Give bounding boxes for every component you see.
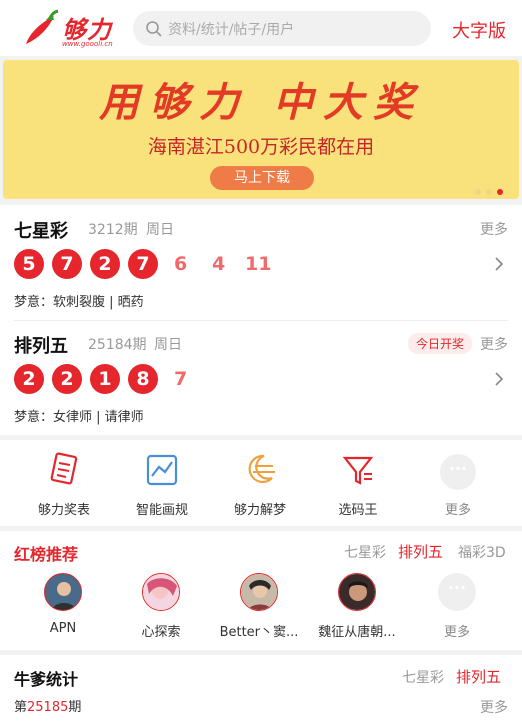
search-placeholder: 资料/统计/帖子/用户 bbox=[168, 22, 295, 38]
red-ball: 2 bbox=[90, 249, 120, 279]
user-photo-icon bbox=[339, 574, 375, 610]
rank-user[interactable]: APN bbox=[14, 573, 112, 636]
red-rank-section: 红榜推荐 七星彩 排列五 福彩3D APN 心探索 Better丶窦... 魏征… bbox=[0, 531, 522, 650]
red-ball: 8 bbox=[128, 364, 158, 394]
tool-lottery-sheet[interactable]: 够力奖表 bbox=[24, 450, 104, 520]
rank-more[interactable]: ··· 更多 bbox=[408, 573, 506, 640]
chili-logo-icon bbox=[26, 9, 59, 44]
stats-section: 牛爹统计 七星彩 排列五 第25185期 更多 bbox=[0, 655, 522, 726]
carousel-dot[interactable] bbox=[486, 189, 492, 195]
lottery-name[interactable]: 排列五 bbox=[14, 332, 68, 358]
app-logo[interactable]: 够力 www.goooli.cn bbox=[20, 8, 120, 50]
user-name: APN bbox=[49, 621, 77, 636]
tool-label: 更多 bbox=[444, 503, 471, 518]
moon-dream-icon bbox=[248, 454, 275, 483]
lottery-day: 周日 bbox=[154, 337, 182, 353]
issue-suffix: 期 bbox=[68, 700, 82, 715]
lottery-issue: 25184期 bbox=[88, 337, 147, 353]
lottery-day: 周日 bbox=[146, 222, 174, 238]
rank-user[interactable]: 心探索 bbox=[112, 573, 210, 640]
tab-qixingcai[interactable]: 七星彩 bbox=[344, 542, 386, 562]
result-number: 11 bbox=[245, 253, 272, 275]
lottery-sheet-icon bbox=[50, 452, 78, 485]
issue-prefix: 第 bbox=[14, 700, 28, 715]
user-photo-icon bbox=[143, 574, 179, 610]
issue-number: 25185 bbox=[27, 700, 69, 715]
large-font-button[interactable]: 大字版 bbox=[452, 17, 506, 43]
banner-title: 用够力 中大奖 bbox=[99, 79, 423, 126]
tool-pick-king[interactable]: 选码王 bbox=[318, 450, 398, 520]
red-ball: 7 bbox=[52, 249, 82, 279]
tab-qixingcai[interactable]: 七星彩 bbox=[402, 667, 444, 687]
red-ball: 7 bbox=[128, 249, 158, 279]
tool-label: 够力奖表 bbox=[37, 503, 90, 518]
tool-dream-interpret[interactable]: 够力解梦 bbox=[220, 450, 300, 520]
avatar bbox=[44, 573, 82, 611]
carousel-dots bbox=[470, 180, 503, 199]
chevron-right-icon[interactable] bbox=[494, 371, 504, 387]
chart-icon bbox=[146, 454, 178, 486]
banner-subtitle: 海南湛江500万彩民都在用 bbox=[147, 136, 375, 158]
user-photo-icon bbox=[45, 574, 81, 610]
issue-line: 第25185期 bbox=[14, 696, 81, 715]
dream-text[interactable]: 梦意：软刺裂腹 | 晒药 bbox=[14, 291, 144, 310]
user-name: Better丶窦... bbox=[219, 625, 299, 640]
red-ball: 2 bbox=[14, 364, 44, 394]
section-title: 牛爹统计 bbox=[14, 670, 79, 689]
filter-icon bbox=[342, 456, 374, 485]
tab-fucai3d[interactable]: 福彩3D bbox=[458, 542, 506, 562]
result-number: 6 bbox=[174, 253, 188, 275]
lottery-name[interactable]: 七星彩 bbox=[14, 217, 68, 243]
avatar bbox=[142, 573, 180, 611]
divider bbox=[14, 320, 508, 321]
tool-label: 选码王 bbox=[338, 503, 378, 518]
search-input[interactable]: 资料/统计/帖子/用户 bbox=[133, 11, 431, 46]
red-ball: 5 bbox=[14, 249, 44, 279]
search-icon bbox=[146, 21, 162, 37]
download-button[interactable]: 马上下载 bbox=[210, 166, 314, 190]
red-ball: 1 bbox=[90, 364, 120, 394]
red-ball: 2 bbox=[52, 364, 82, 394]
carousel-dot-active[interactable] bbox=[497, 189, 503, 195]
rank-user[interactable]: 魏征从唐朝... bbox=[308, 573, 406, 640]
today-draw-badge: 今日开奖 bbox=[407, 333, 472, 354]
tools-grid: 够力奖表 智能画规 够力解梦 选码王 ··· 更多 bbox=[0, 440, 522, 526]
avatar bbox=[240, 573, 278, 611]
more-label: 更多 bbox=[443, 625, 470, 640]
user-name: 心探索 bbox=[141, 625, 181, 640]
user-photo-icon bbox=[241, 574, 277, 610]
more-dots-icon: ··· bbox=[438, 573, 476, 611]
chevron-right-icon[interactable] bbox=[494, 256, 504, 272]
top-header: 够力 www.goooli.cn 资料/统计/帖子/用户 大字版 bbox=[0, 0, 522, 56]
tab-pailie5[interactable]: 排列五 bbox=[398, 541, 443, 562]
more-link[interactable]: 更多 bbox=[480, 697, 508, 717]
section-title: 红榜推荐 bbox=[14, 545, 79, 564]
tool-label: 够力解梦 bbox=[233, 503, 286, 518]
more-link[interactable]: 更多 bbox=[480, 219, 508, 239]
logo-url: www.goooli.cn bbox=[62, 40, 113, 48]
result-number: 7 bbox=[174, 368, 188, 390]
lottery-results-panel: 七星彩 3212期 周日 更多 5 7 2 7 6 4 11 梦意：软刺裂腹 |… bbox=[0, 205, 522, 435]
avatar bbox=[338, 573, 376, 611]
lottery-issue: 3212期 bbox=[88, 222, 138, 238]
more-dots-icon: ··· bbox=[440, 454, 476, 490]
result-number: 4 bbox=[212, 253, 226, 275]
tab-pailie5[interactable]: 排列五 bbox=[456, 666, 501, 687]
promo-banner[interactable]: 用够力 中大奖 海南湛江500万彩民都在用 马上下载 bbox=[3, 60, 519, 199]
rank-user[interactable]: Better丶窦... bbox=[210, 573, 308, 640]
more-link[interactable]: 更多 bbox=[480, 334, 508, 354]
tool-smart-chart[interactable]: 智能画规 bbox=[122, 450, 202, 520]
dream-text[interactable]: 梦意：女律师 | 请律师 bbox=[14, 406, 144, 425]
user-name: 魏征从唐朝... bbox=[318, 625, 396, 640]
carousel-dot[interactable] bbox=[475, 189, 481, 195]
tool-label: 智能画规 bbox=[135, 503, 188, 518]
tool-more[interactable]: ··· 更多 bbox=[418, 450, 498, 520]
